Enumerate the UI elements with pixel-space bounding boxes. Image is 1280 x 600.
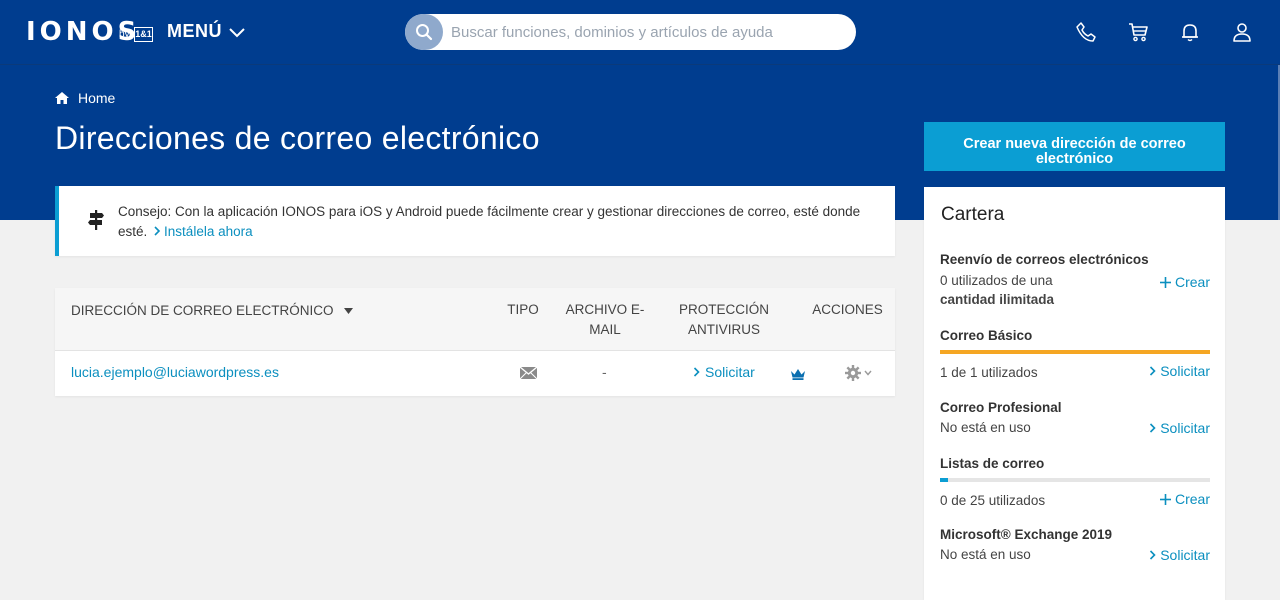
plus-icon [1159, 493, 1171, 505]
top-navigation-bar: IONOS by 1&1 MENÚ [0, 0, 1280, 65]
email-address-table: DIRECCIÓN DE CORREO ELECTRÓNICO TIPO ARC… [55, 288, 895, 396]
chevron-right-icon [154, 226, 161, 236]
search-box [405, 14, 856, 50]
request-exchange-label: Solicitar [1160, 547, 1210, 563]
tip-banner: Consejo: Con la aplicación IONOS para iO… [55, 186, 895, 256]
column-header-antivirus: PROTECCIÓN ANTIVIRUS [670, 300, 778, 340]
cartera-item-name: Listas de correo [940, 456, 1045, 471]
request-basic-mail-link[interactable]: Solicitar [1149, 363, 1210, 379]
user-icon[interactable] [1230, 20, 1254, 44]
antivirus-header-line2: ANTIVIRUS [687, 322, 760, 337]
email-address-link[interactable]: lucia.ejemplo@luciawordpress.es [71, 364, 279, 380]
chevron-right-icon [1150, 423, 1156, 433]
cartera-item-mailing-lists: Listas de correo 0 de 25 utilizados Crea… [940, 456, 1210, 510]
search-icon [416, 24, 433, 41]
brand-1and1-logo: 1&1 [134, 27, 153, 42]
column-header-email[interactable]: DIRECCIÓN DE CORREO ELECTRÓNICO [71, 301, 353, 321]
antivirus-request-link[interactable]: Solicitar [693, 364, 755, 380]
create-email-button[interactable]: Crear nueva dirección de correo electrón… [924, 122, 1225, 171]
request-exchange-link[interactable]: Solicitar [1149, 547, 1210, 563]
cartera-item-name: Microsoft® Exchange 2019 [940, 527, 1113, 542]
home-icon [55, 92, 69, 104]
archive-value: - [602, 364, 607, 380]
crown-icon [791, 367, 805, 383]
mail-icon [519, 366, 538, 382]
chevron-down-icon [864, 370, 872, 376]
column-header-type: TIPO [507, 302, 539, 317]
install-app-link-label: Instálela ahora [164, 224, 253, 239]
table-header: DIRECCIÓN DE CORREO ELECTRÓNICO TIPO ARC… [55, 288, 895, 351]
chevron-right-icon [693, 367, 700, 377]
menu-label: MENÚ [167, 21, 222, 41]
cartera-item-name: Reenvío de correos electrónicos [940, 252, 1149, 267]
status-line2: cantidad ilimitada [940, 292, 1055, 307]
usage-bar-fill [940, 478, 948, 482]
request-professional-mail-label: Solicitar [1160, 420, 1210, 436]
page-title: Direcciones de correo electrónico [55, 120, 540, 156]
bell-icon[interactable] [1178, 20, 1202, 44]
cartera-item-name: Correo Profesional [940, 400, 1062, 415]
sort-down-icon [343, 308, 353, 314]
create-forwarding-label: Crear [1174, 274, 1210, 290]
usage-bar-fill [940, 350, 1210, 354]
breadcrumb-home-link[interactable]: Home [78, 90, 115, 106]
create-mailing-list-link[interactable]: Crear [1159, 491, 1210, 507]
request-basic-mail-label: Solicitar [1160, 363, 1210, 379]
install-app-link[interactable]: Instálela ahora [151, 224, 253, 239]
phone-icon[interactable] [1074, 20, 1098, 44]
table-row: lucia.ejemplo@luciawordpress.es - Solici… [55, 351, 895, 396]
cartera-item-forwarding: Reenvío de correos electrónicos 0 utiliz… [940, 252, 1210, 309]
cartera-card: Cartera Reenvío de correos electrónicos … [924, 187, 1225, 600]
column-header-email-label: DIRECCIÓN DE CORREO ELECTRÓNICO [71, 303, 334, 318]
chevron-right-icon [1150, 366, 1156, 376]
gear-icon [845, 365, 861, 381]
column-header-actions: ACCIONES [812, 302, 883, 317]
column-header-archive: ARCHIVO E-MAIL [565, 302, 645, 337]
create-mailing-list-label: Crear [1174, 491, 1210, 507]
main-menu-button[interactable]: MENÚ [167, 21, 246, 42]
usage-bar [940, 478, 1210, 482]
cartera-item-professional-mail: Correo Profesional No está en uso Solici… [940, 400, 1210, 437]
cart-icon[interactable] [1126, 20, 1150, 44]
cartera-item-basic-mail: Correo Básico 1 de 1 utilizados Solicita… [940, 328, 1210, 382]
row-actions-menu[interactable] [845, 365, 872, 381]
chevron-down-icon [229, 27, 245, 37]
tip-text: Consejo: Con la aplicación IONOS para iO… [118, 202, 878, 242]
cartera-item-name: Correo Básico [940, 328, 1033, 343]
signpost-icon [88, 210, 104, 230]
antivirus-header-line1: PROTECCIÓN [678, 302, 769, 317]
logo-by-text: by [119, 29, 130, 40]
request-professional-mail-link[interactable]: Solicitar [1149, 420, 1210, 436]
cartera-item-exchange: Microsoft® Exchange 2019 No está en uso … [940, 527, 1210, 564]
chevron-right-icon [1150, 550, 1156, 560]
plus-icon [1159, 276, 1171, 288]
usage-bar [940, 350, 1210, 354]
breadcrumb: Home [55, 90, 115, 106]
search-button[interactable] [405, 14, 443, 50]
search-input[interactable] [451, 14, 846, 50]
cartera-title: Cartera [941, 204, 1005, 225]
create-forwarding-link[interactable]: Crear [1159, 274, 1210, 290]
antivirus-request-label: Solicitar [705, 364, 755, 380]
